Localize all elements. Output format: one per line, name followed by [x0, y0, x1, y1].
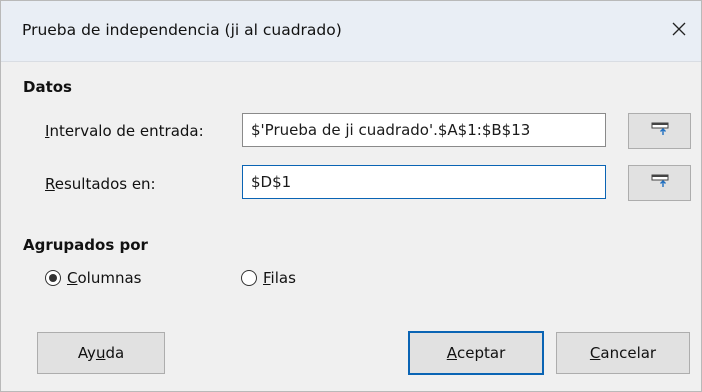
help-button[interactable]: Ay u da	[37, 332, 165, 374]
results-to-label: Resultados en:	[45, 175, 156, 193]
results-to-field[interactable]: $D$1	[242, 165, 606, 199]
dialog-title: Prueba de independencia (ji al cuadrado)	[22, 21, 342, 39]
shrink-icon	[651, 122, 669, 140]
section-title-grouped: Agrupados por	[23, 236, 148, 254]
radio-selected-dot	[49, 274, 57, 282]
close-button[interactable]	[657, 1, 701, 61]
radio-rows-indicator	[241, 270, 257, 286]
radio-columns-indicator	[45, 270, 61, 286]
results-to-mnemonic: R	[45, 175, 55, 193]
input-range-label: Intervalo de entrada:	[45, 122, 204, 140]
input-range-shrink-button[interactable]	[628, 113, 691, 149]
dialog-window: Prueba de independencia (ji al cuadrado)…	[0, 0, 702, 392]
input-range-field[interactable]: $'Prueba de ji cuadrado'.$A$1:$B$13	[242, 113, 606, 147]
radio-columns-label: Columnas	[67, 269, 142, 287]
radio-rows-label: Filas	[263, 269, 296, 287]
radio-columns[interactable]: Columnas	[45, 269, 141, 287]
close-icon	[671, 21, 687, 41]
title-bar: Prueba de independencia (ji al cuadrado)	[1, 1, 701, 62]
shrink-icon	[651, 174, 669, 192]
results-to-shrink-button[interactable]	[628, 165, 691, 201]
cancel-button[interactable]: Cancelar	[556, 332, 690, 374]
radio-rows[interactable]: Filas	[241, 269, 296, 287]
section-title-data: Datos	[23, 78, 72, 96]
ok-button[interactable]: Aceptar	[408, 331, 544, 375]
